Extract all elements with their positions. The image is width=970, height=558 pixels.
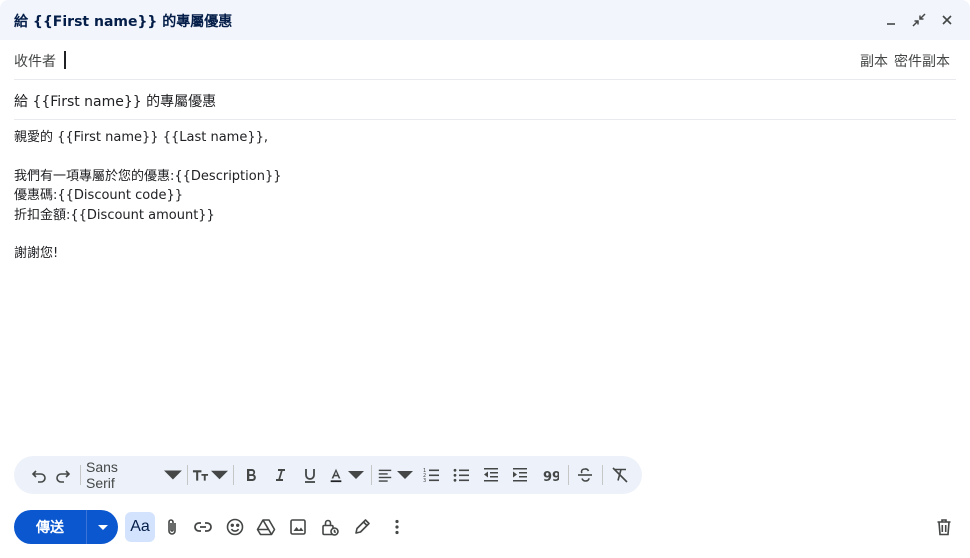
recipients-row: 收件者 副本 密件副本 bbox=[14, 40, 956, 80]
clear-formatting-icon[interactable] bbox=[608, 456, 632, 494]
toolbar-divider bbox=[602, 465, 603, 485]
redo-icon[interactable] bbox=[52, 456, 74, 494]
toolbar-divider bbox=[187, 465, 188, 485]
cc-bcc-links: 副本 密件副本 bbox=[854, 51, 950, 71]
drive-icon[interactable] bbox=[251, 512, 281, 542]
italic-icon[interactable] bbox=[268, 456, 292, 494]
send-button[interactable]: 傳送 bbox=[14, 510, 86, 544]
minimize-icon[interactable] bbox=[881, 10, 901, 30]
text-color-icon[interactable] bbox=[328, 456, 364, 494]
signature-icon[interactable] bbox=[347, 512, 377, 542]
delete-icon[interactable] bbox=[929, 512, 959, 542]
window-title: 給 {{First name}} 的專屬優惠 bbox=[14, 14, 233, 30]
quote-icon[interactable]: 99 bbox=[538, 456, 562, 494]
schedule-send-dropdown[interactable] bbox=[87, 510, 118, 544]
attach-icon[interactable] bbox=[157, 512, 187, 542]
undo-icon[interactable] bbox=[28, 456, 50, 494]
bulleted-list-icon[interactable] bbox=[449, 456, 473, 494]
photo-icon[interactable] bbox=[283, 512, 313, 542]
send-button-group: 傳送 bbox=[14, 510, 118, 544]
link-icon[interactable] bbox=[188, 512, 218, 542]
chevron-down-icon bbox=[164, 470, 182, 480]
toolbar-divider bbox=[233, 465, 234, 485]
font-family-label: Sans Serif bbox=[86, 459, 118, 491]
align-icon[interactable] bbox=[377, 456, 413, 494]
toolbar-divider bbox=[568, 465, 569, 485]
formatting-toolbar: Sans Serif 123 99 bbox=[14, 456, 642, 494]
body-line: 折扣金額:{{Discount amount}} bbox=[14, 207, 215, 223]
cc-link[interactable]: 副本 bbox=[860, 54, 888, 70]
body-closing: 謝謝您! bbox=[14, 246, 59, 262]
body-greeting: 親愛的 {{First name}} {{Last name}}, bbox=[14, 130, 269, 145]
font-family-select[interactable]: Sans Serif bbox=[86, 456, 182, 494]
toolbar-divider bbox=[80, 465, 81, 485]
strikethrough-icon[interactable] bbox=[573, 456, 597, 494]
bold-icon[interactable] bbox=[239, 456, 263, 494]
more-options-icon[interactable] bbox=[382, 512, 412, 542]
exit-fullscreen-icon[interactable] bbox=[909, 10, 929, 30]
close-icon[interactable] bbox=[937, 10, 957, 30]
subject-row[interactable]: 給 {{First name}} 的專屬優惠 bbox=[14, 80, 956, 120]
compose-titlebar: 給 {{First name}} 的專屬優惠 bbox=[0, 0, 970, 40]
formatting-options-button[interactable]: Aa bbox=[125, 512, 155, 542]
to-input-caret[interactable] bbox=[64, 51, 66, 69]
confidential-icon[interactable] bbox=[315, 512, 345, 542]
font-size-icon[interactable] bbox=[192, 456, 228, 494]
numbered-list-icon[interactable]: 123 bbox=[419, 456, 443, 494]
message-body[interactable]: 親愛的 {{First name}} {{Last name}}, 我們有一項專… bbox=[14, 128, 954, 448]
body-line: 我們有一項專屬於您的優惠:{{Description}} bbox=[14, 168, 282, 184]
chevron-down-icon bbox=[97, 525, 108, 530]
indent-more-icon[interactable] bbox=[508, 456, 532, 494]
subject-field[interactable]: 給 {{First name}} 的專屬優惠 bbox=[14, 91, 216, 111]
body-line: 優惠碼:{{Discount code}} bbox=[14, 188, 184, 204]
to-label: 收件者 bbox=[14, 54, 56, 70]
emoji-icon[interactable] bbox=[220, 512, 250, 542]
bcc-link[interactable]: 密件副本 bbox=[894, 54, 950, 70]
underline-icon[interactable] bbox=[298, 456, 322, 494]
toolbar-divider bbox=[371, 465, 372, 485]
svg-text:3: 3 bbox=[423, 478, 426, 484]
svg-text:99: 99 bbox=[543, 470, 559, 484]
indent-less-icon[interactable] bbox=[479, 456, 503, 494]
